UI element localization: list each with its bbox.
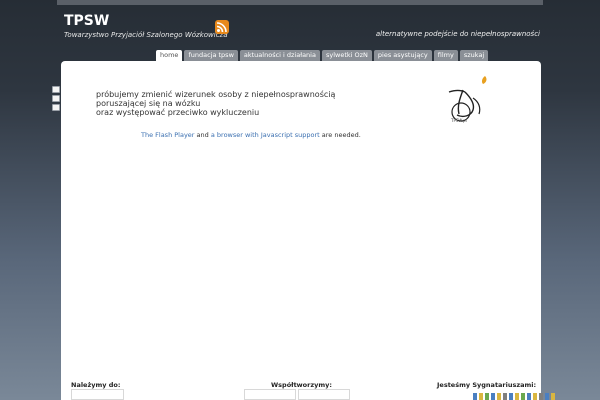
signatory-logo-5[interactable] <box>503 393 507 400</box>
logo-caption: TPSW.pl <box>451 118 467 123</box>
intro-text: próbujemy zmienić wizerunek osoby z niep… <box>96 90 335 117</box>
footer-belong-box <box>71 389 124 400</box>
rss-icon[interactable] <box>215 20 229 34</box>
browser-js-link[interactable]: a browser with Javascript support <box>211 131 320 139</box>
info-icon[interactable] <box>52 104 60 111</box>
signatory-logo-0[interactable] <box>473 393 477 400</box>
signatory-logo-12[interactable] <box>545 393 549 400</box>
flash-and-text: and <box>194 131 211 139</box>
footer-partners-label: Współtworzymy: <box>271 381 332 389</box>
tagline: alternatywne podejście do niepełnosprawn… <box>375 30 540 38</box>
signatory-logo-10[interactable] <box>533 393 537 400</box>
signatory-logo-9[interactable] <box>527 393 531 400</box>
signatory-logo-8[interactable] <box>521 393 525 400</box>
intro-line-3: oraz występować przeciwko wykluczeniu <box>96 108 260 117</box>
footer-partners-box-1 <box>244 389 296 400</box>
signatory-logo-4[interactable] <box>497 393 501 400</box>
signatory-logo-2[interactable] <box>485 393 489 400</box>
main-nav: home fundacja tpsw aktualności i działania… <box>156 50 489 61</box>
nav-tab-1[interactable]: fundacja tpsw <box>184 50 238 61</box>
intro-line-1: próbujemy zmienić wizerunek osoby z niep… <box>96 90 336 99</box>
signatory-logos <box>473 393 555 400</box>
signatory-logo-1[interactable] <box>479 393 483 400</box>
top-strip <box>57 0 543 5</box>
flash-player-link[interactable]: The Flash Player <box>141 131 194 139</box>
mail-icon[interactable] <box>52 95 60 102</box>
nav-tab-3[interactable]: sylwetki OzN <box>321 50 372 61</box>
side-icon-bar <box>52 86 60 111</box>
flash-notice: The Flash Player and a browser with Java… <box>141 131 361 139</box>
intro-line-2: poruszającej się na wózku <box>96 99 201 108</box>
nav-tab-6[interactable]: szukaj <box>459 50 489 61</box>
signatory-logo-13[interactable] <box>551 393 555 400</box>
site-subtitle: Towarzystwo Przyjaciół Szalonego Wózkowi… <box>64 31 228 39</box>
home-icon[interactable] <box>52 86 60 93</box>
nav-tab-5[interactable]: filmy <box>433 50 458 61</box>
footer-signatory-label: Jesteśmy Sygnatariuszami: <box>437 381 537 389</box>
footer-partners-box-2 <box>298 389 350 400</box>
nav-tab-2[interactable]: aktualności i działania <box>239 50 320 61</box>
signatory-logo-7[interactable] <box>515 393 519 400</box>
footer-belong-label: Należymy do: <box>71 381 121 389</box>
site-title[interactable]: TPSW <box>64 13 109 29</box>
signatory-logo-3[interactable] <box>491 393 495 400</box>
flash-suffix-text: are needed. <box>319 131 361 139</box>
signatory-logo-6[interactable] <box>509 393 513 400</box>
nav-tab-0[interactable]: home <box>156 50 183 61</box>
signatory-logo-11[interactable] <box>539 393 543 400</box>
nav-tab-4[interactable]: pies asystujący <box>373 50 432 61</box>
